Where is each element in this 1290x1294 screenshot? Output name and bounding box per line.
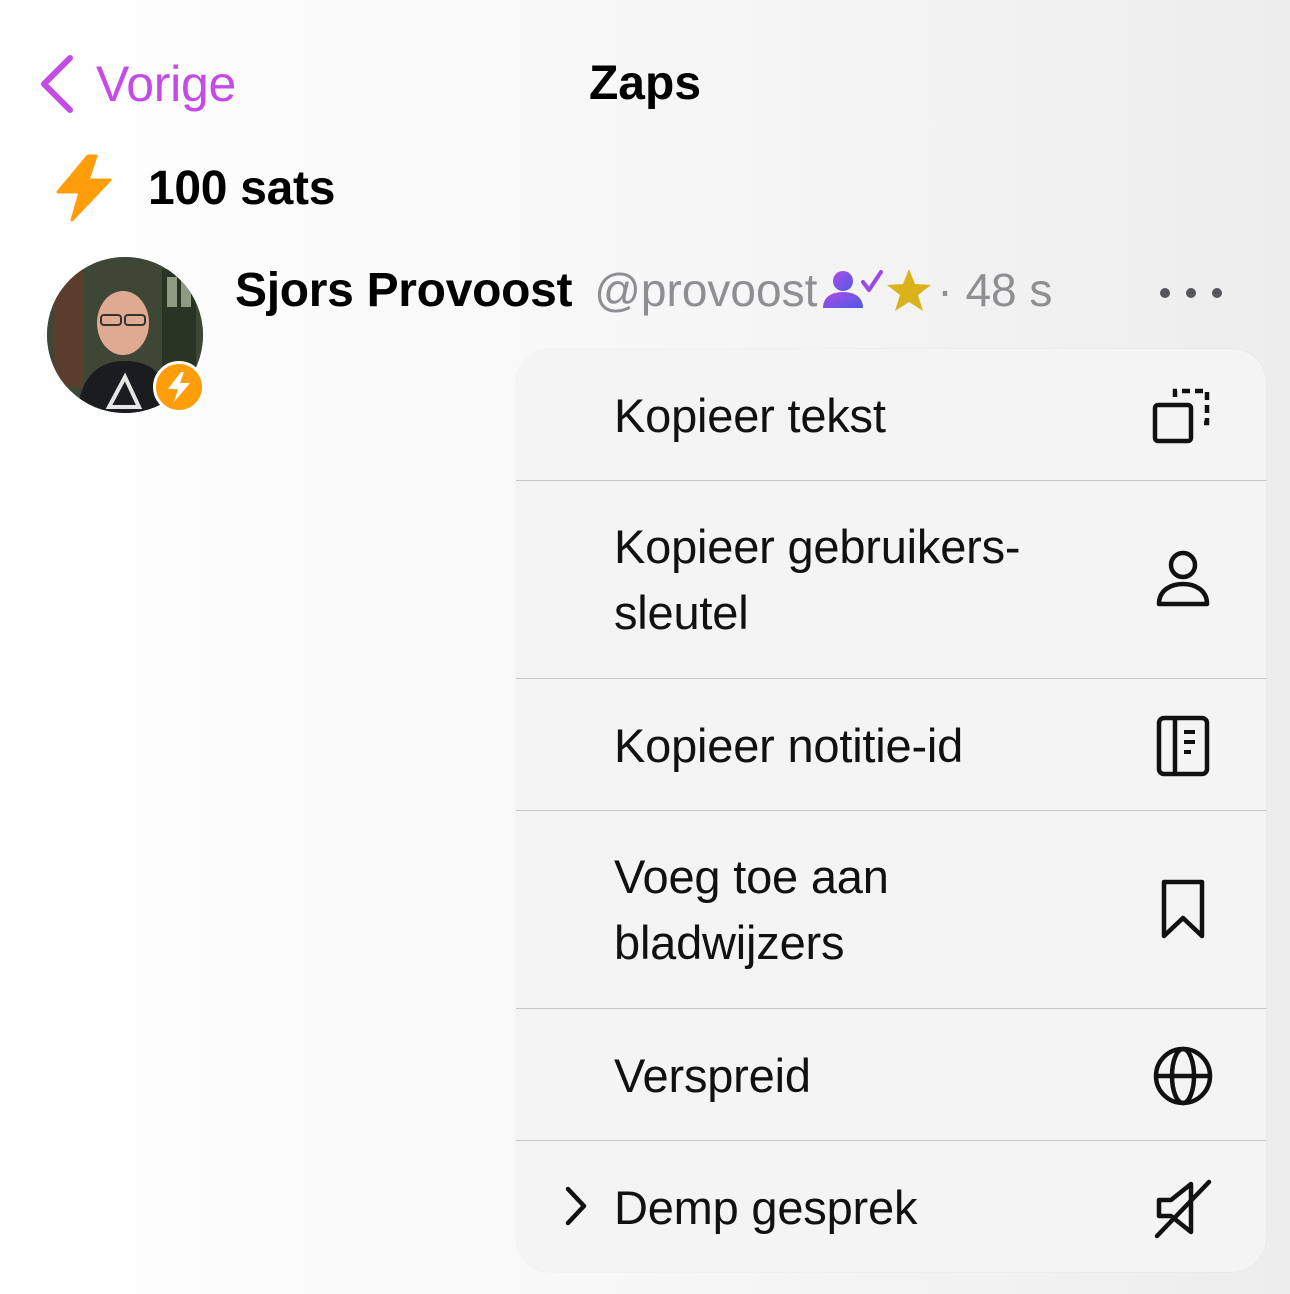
menu-item-label: Kopieer tekst <box>614 389 886 442</box>
more-dot <box>1212 288 1222 298</box>
menu-item-copy-note-id[interactable]: Kopieer notitie-id <box>516 679 1266 811</box>
context-menu: Kopieer tekst Kopieer gebruikers- sleute… <box>516 349 1266 1272</box>
post-timestamp: · 48 s <box>937 264 1053 316</box>
menu-item-mute-conversation[interactable]: Demp gesprek <box>516 1141 1266 1272</box>
mute-icon <box>1148 1173 1218 1243</box>
zap-amount: 100 sats <box>148 161 336 215</box>
zap-badge <box>153 361 205 413</box>
author-name[interactable]: Sjors Provoost <box>235 263 573 318</box>
author-line: Sjors Provoost @provoost · 48 s <box>235 260 1052 320</box>
menu-item-label: Kopieer notitie-id <box>614 719 964 772</box>
copy-icon <box>1148 380 1218 450</box>
menu-item-add-bookmark[interactable]: Voeg toe aan bladwijzers <box>516 811 1266 1009</box>
globe-icon <box>1148 1041 1218 1111</box>
menu-item-copy-text[interactable]: Kopieer tekst <box>516 349 1266 481</box>
note-id-icon <box>1148 711 1218 781</box>
menu-item-label: Kopieer gebruikers- <box>614 520 1021 573</box>
more-dot <box>1186 288 1196 298</box>
person-icon <box>1148 545 1218 615</box>
page-title: Zaps <box>588 57 702 110</box>
menu-item-label: Voeg toe aan <box>614 850 889 903</box>
menu-item-broadcast[interactable]: Verspreid <box>516 1009 1266 1141</box>
author-handle[interactable]: @provoost <box>594 263 817 317</box>
more-options-button[interactable] <box>1160 278 1222 308</box>
zap-amount-row: 100 sats <box>54 150 335 226</box>
menu-item-copy-user-key[interactable]: Kopieer gebruikers- sleutel <box>516 481 1266 679</box>
menu-item-label-line2: sleutel <box>614 586 749 639</box>
menu-item-label: Demp gesprek <box>614 1181 918 1234</box>
menu-item-label: Verspreid <box>614 1049 811 1102</box>
more-dot <box>1160 288 1170 298</box>
lightning-badge-icon <box>168 372 190 402</box>
verified-person-icon <box>823 270 884 308</box>
menu-item-label-line2: bladwijzers <box>614 916 845 969</box>
avatar[interactable] <box>47 257 205 415</box>
bookmark-icon <box>1148 875 1218 945</box>
chevron-right-icon <box>560 1181 590 1231</box>
lightning-icon <box>56 154 112 222</box>
star-icon <box>887 269 932 311</box>
